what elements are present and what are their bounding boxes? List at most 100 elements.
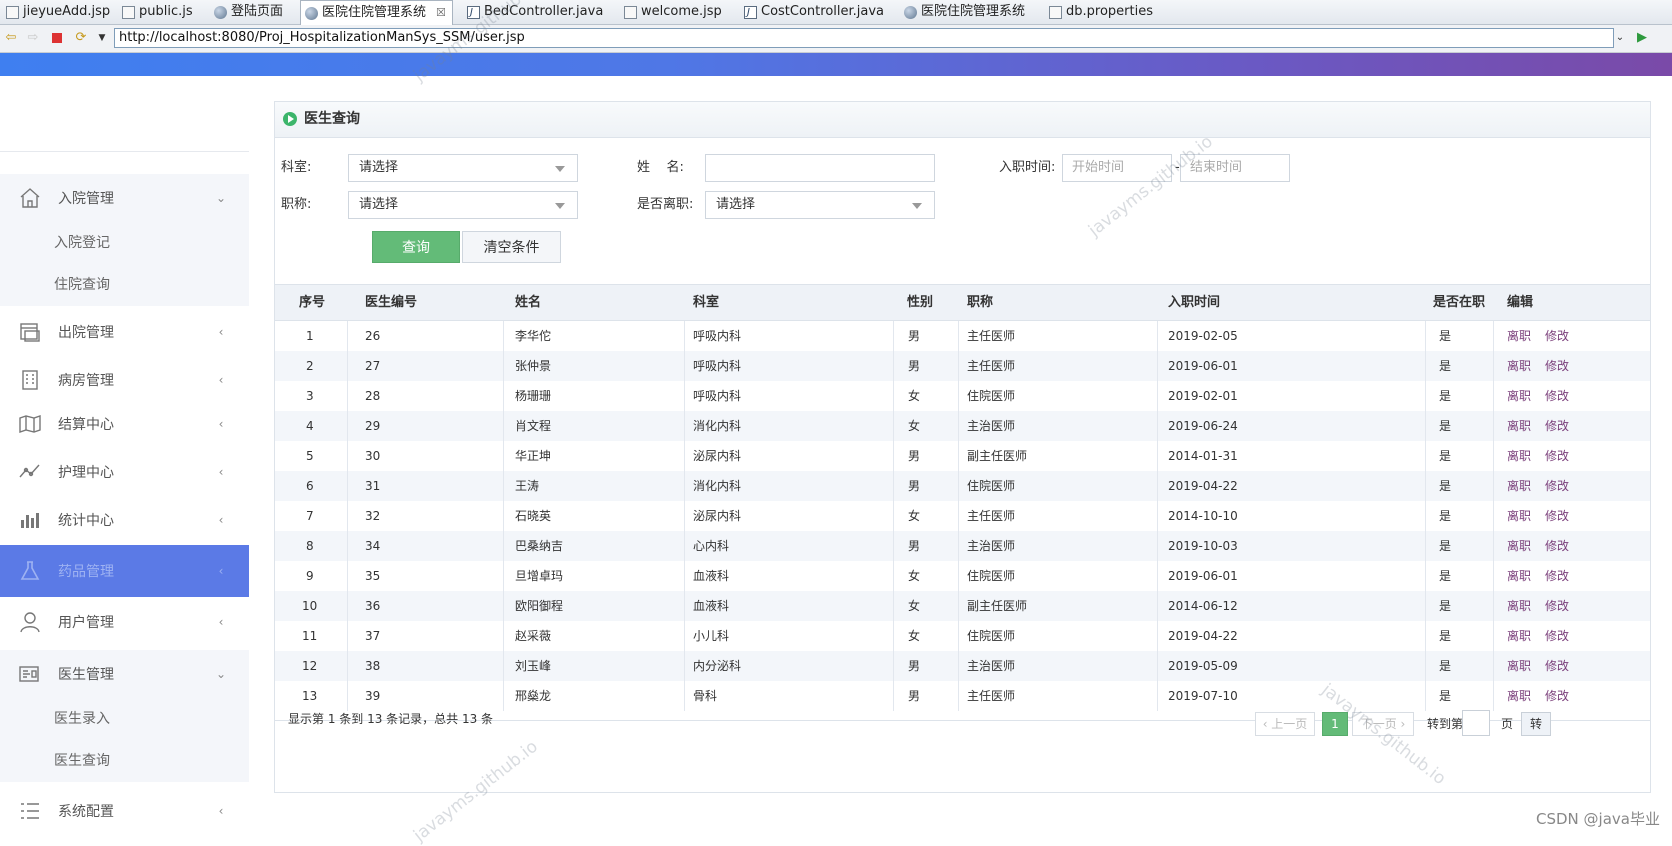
- cell-title: 住院医师: [967, 569, 1016, 583]
- edit-link[interactable]: 修改: [1545, 389, 1569, 403]
- goto-page-button[interactable]: 转: [1521, 712, 1551, 736]
- column-divider: [684, 441, 685, 471]
- resign-link[interactable]: 离职: [1507, 629, 1531, 643]
- title-select[interactable]: 请选择: [348, 191, 578, 219]
- current-page-button[interactable]: 1: [1322, 712, 1348, 736]
- sidebar-group-nursing[interactable]: 护理中心 ‹: [0, 448, 249, 496]
- editor-tab-welcome[interactable]: welcome.jsp: [620, 1, 728, 23]
- cell-name: 王涛: [515, 479, 540, 493]
- resign-link[interactable]: 离职: [1507, 539, 1531, 553]
- cell-hire-date: 2019-04-22: [1168, 629, 1238, 643]
- cell-doctor-id: 28: [365, 389, 381, 403]
- editor-tab-login-page[interactable]: 登陆页面: [210, 1, 289, 23]
- resign-link[interactable]: 离职: [1507, 479, 1531, 493]
- column-divider: [503, 411, 504, 441]
- name-input[interactable]: [705, 154, 935, 182]
- stop-icon[interactable]: [50, 31, 64, 45]
- resign-link[interactable]: 离职: [1507, 389, 1531, 403]
- editor-tab-hospital-2[interactable]: 医院住院管理系统: [900, 1, 1031, 23]
- column-divider: [1493, 621, 1494, 651]
- start-date-input[interactable]: 开始时间: [1062, 154, 1172, 182]
- refresh-icon[interactable]: ⟳: [74, 31, 88, 45]
- edit-link[interactable]: 修改: [1545, 599, 1569, 613]
- cell-title: 住院医师: [967, 479, 1016, 493]
- edit-link[interactable]: 修改: [1545, 569, 1569, 583]
- column-divider: [503, 381, 504, 411]
- sidebar-group-label: 入院管理: [58, 191, 114, 207]
- editor-tab-db-properties[interactable]: db.properties: [1045, 1, 1159, 23]
- url-dropdown-icon[interactable]: ⌄: [1612, 29, 1628, 47]
- resign-link[interactable]: 离职: [1507, 569, 1531, 583]
- sidebar-group-discharge[interactable]: 出院管理 ‹: [0, 308, 249, 356]
- resign-link[interactable]: 离职: [1507, 419, 1531, 433]
- history-dropdown-icon[interactable]: ▼: [95, 31, 109, 45]
- edit-link[interactable]: 修改: [1545, 539, 1569, 553]
- sidebar-group-settings[interactable]: 系统配置 ‹: [0, 786, 249, 836]
- cell-sex: 女: [908, 629, 921, 643]
- resign-link[interactable]: 离职: [1507, 359, 1531, 373]
- globe-icon: [214, 5, 227, 19]
- resign-link[interactable]: 离职: [1507, 329, 1531, 343]
- sidebar-group-ward[interactable]: 病房管理 ‹: [0, 356, 249, 404]
- edit-link[interactable]: 修改: [1545, 659, 1569, 673]
- dept-select[interactable]: 请选择: [348, 154, 578, 182]
- resign-link[interactable]: 离职: [1507, 449, 1531, 463]
- table-row: 9 35 旦增卓玛 血液科 女 住院医师 2019-06-01 是 离职 修改: [275, 561, 1650, 591]
- cell-active: 是: [1439, 539, 1452, 553]
- forward-icon[interactable]: ⇨: [26, 31, 40, 45]
- sidebar-item-admission-register[interactable]: 入院登记: [0, 222, 249, 264]
- search-button[interactable]: 查询: [372, 231, 460, 263]
- sidebar-group-doctors[interactable]: 医生管理 ⌄: [0, 650, 249, 698]
- next-page-button[interactable]: 下一页 ›: [1352, 712, 1414, 736]
- column-divider: [1493, 321, 1494, 351]
- sidebar-group-users[interactable]: 用户管理 ‹: [0, 598, 249, 646]
- sidebar-item-inpatient-query[interactable]: 住院查询: [0, 264, 249, 306]
- resign-link[interactable]: 离职: [1507, 659, 1531, 673]
- editor-tab-bedcontroller[interactable]: BedController.java: [463, 1, 609, 24]
- cell-actions: 离职 修改: [1507, 411, 1583, 441]
- editor-tab-costcontroller[interactable]: CostController.java: [740, 1, 890, 24]
- cell-name: 张仲景: [515, 359, 552, 373]
- sidebar-group-billing[interactable]: 结算中心 ‹: [0, 400, 249, 448]
- resigned-select[interactable]: 请选择: [705, 191, 935, 219]
- edit-link[interactable]: 修改: [1545, 509, 1569, 523]
- edit-link[interactable]: 修改: [1545, 449, 1569, 463]
- table-row: 10 36 欧阳御程 血液科 女 副主任医师 2014-06-12 是 离职 修改: [275, 591, 1650, 621]
- resign-link[interactable]: 离职: [1507, 509, 1531, 523]
- end-date-input[interactable]: 结束时间: [1180, 154, 1290, 182]
- edit-link[interactable]: 修改: [1545, 689, 1569, 703]
- resign-link[interactable]: 离职: [1507, 599, 1531, 613]
- edit-link[interactable]: 修改: [1545, 419, 1569, 433]
- cell-sex: 男: [908, 449, 921, 463]
- goto-page-input[interactable]: [1462, 710, 1490, 736]
- edit-link[interactable]: 修改: [1545, 359, 1569, 373]
- sidebar-item-doctor-entry[interactable]: 医生录入: [0, 698, 249, 740]
- prev-page-button[interactable]: ‹ 上一页: [1255, 712, 1315, 736]
- editor-tab-hospital-active[interactable]: 医院住院管理系统 ☒: [300, 0, 453, 25]
- column-divider: [347, 321, 348, 351]
- sidebar-group-statistics[interactable]: 统计中心 ‹: [0, 496, 249, 544]
- url-input[interactable]: http://localhost:8080/Proj_Hospitalizati…: [114, 28, 1614, 48]
- editor-tab-jieyueadd[interactable]: jieyueAdd.jsp: [2, 1, 116, 23]
- editor-tab-public-js[interactable]: public.js: [118, 1, 199, 23]
- clear-conditions-button[interactable]: 清空条件: [462, 231, 561, 263]
- sidebar-group-pharmacy[interactable]: 药品管理 ‹: [0, 545, 249, 597]
- edit-link[interactable]: 修改: [1545, 629, 1569, 643]
- cell-sex: 女: [908, 389, 921, 403]
- go-icon[interactable]: ▶: [1637, 30, 1647, 45]
- edit-link[interactable]: 修改: [1545, 329, 1569, 343]
- sidebar-group-admission[interactable]: 入院管理 ⌄: [0, 174, 249, 222]
- cell-hire-date: 2019-10-03: [1168, 539, 1238, 553]
- cell-title: 主任医师: [967, 359, 1016, 373]
- cell-actions: 离职 修改: [1507, 651, 1583, 681]
- column-divider: [503, 651, 504, 681]
- cell-hire-date: 2019-04-22: [1168, 479, 1238, 493]
- close-icon[interactable]: ☒: [436, 2, 446, 24]
- sidebar-group-label: 病房管理: [58, 373, 114, 389]
- sidebar-item-doctor-query[interactable]: 医生查询: [0, 740, 249, 782]
- edit-link[interactable]: 修改: [1545, 479, 1569, 493]
- back-icon[interactable]: ⇦: [4, 31, 18, 45]
- table-row: 13 39 邢燊龙 骨科 男 主任医师 2019-07-10 是 离职 修改: [275, 681, 1650, 711]
- cell-name: 赵采薇: [515, 629, 552, 643]
- resign-link[interactable]: 离职: [1507, 689, 1531, 703]
